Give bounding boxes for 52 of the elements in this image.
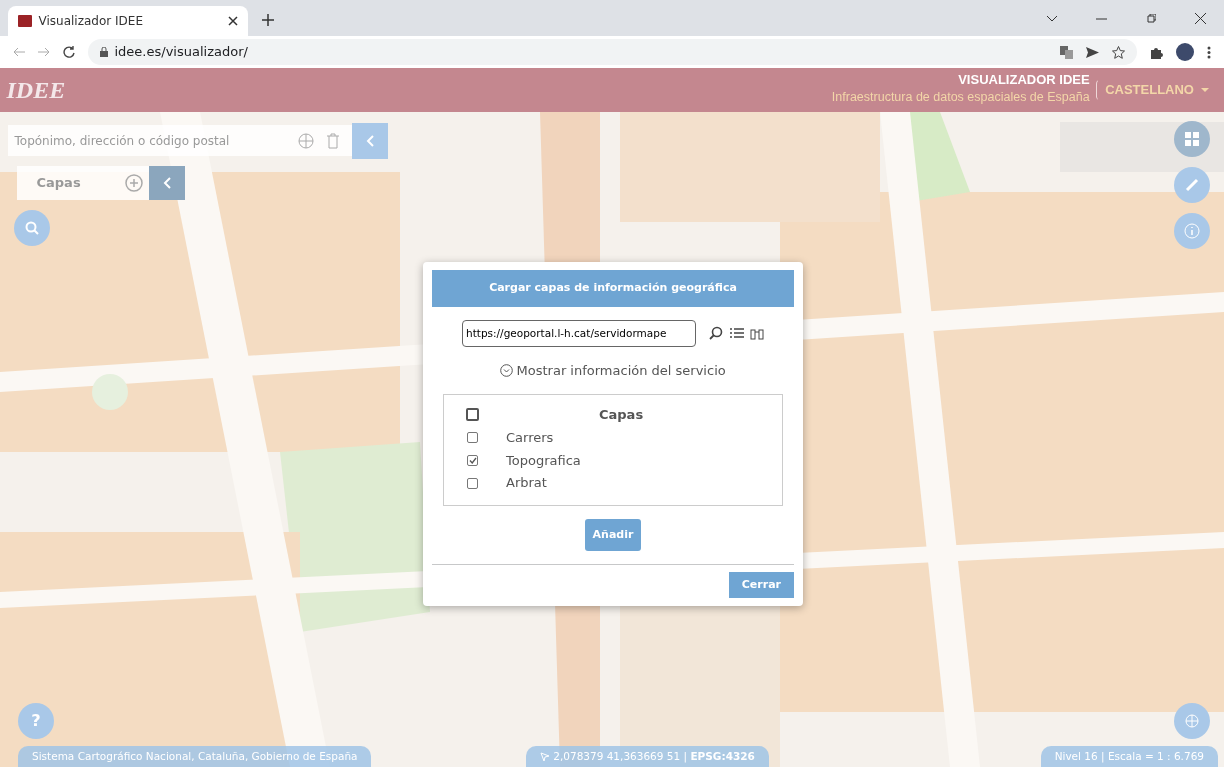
chevron-left-icon [366, 134, 374, 147]
minimize-icon[interactable] [1096, 17, 1107, 20]
layer-name: Topografica [506, 451, 581, 470]
attribution-text: Sistema Cartográfico Nacional, Cataluña, Gobierno de España [18, 746, 372, 767]
more-icon[interactable] [1207, 45, 1211, 59]
chevron-left-icon [163, 177, 171, 189]
checkbox[interactable] [467, 432, 478, 443]
search-icon[interactable] [709, 326, 723, 340]
coordinates-text: 2,078379 41,363669 51 | EPSG:4326 [553, 748, 755, 765]
dialog-title: Cargar capas de información geográfica [432, 270, 794, 307]
send-icon[interactable] [1086, 46, 1099, 58]
language-dropdown[interactable]: CASTELLANO [1096, 79, 1218, 101]
add-button[interactable]: Añadir [584, 518, 642, 552]
grid-icon [1185, 132, 1199, 146]
search-icon [25, 221, 39, 235]
caret-icon [1200, 88, 1209, 92]
info-icon [1184, 223, 1200, 239]
layers-label: Capas [36, 174, 82, 193]
logo: IDEE [6, 76, 66, 105]
site-title: VISUALIZADOR IDEE [957, 73, 1090, 88]
close-icon[interactable] [1195, 13, 1206, 24]
layer-name: Arbrat [506, 474, 547, 493]
dropdown-icon[interactable] [1047, 15, 1057, 22]
lock-icon [100, 47, 108, 57]
list-icon[interactable] [729, 327, 744, 339]
restore-icon[interactable] [1146, 13, 1156, 24]
binoculars-icon[interactable] [750, 326, 764, 340]
scale-text: Nivel 16 | Escala = 1 : 6.769 [1040, 746, 1218, 767]
translate-icon[interactable] [1060, 45, 1073, 59]
browser-tab[interactable]: Visualizador IDEE [8, 6, 248, 36]
service-info-link[interactable]: Mostrar información del servicio [499, 359, 727, 381]
checkbox[interactable] [467, 454, 478, 466]
puzzle-icon[interactable] [1150, 45, 1163, 59]
layer-name: Carrers [506, 428, 554, 447]
avatar-icon[interactable] [1176, 43, 1194, 61]
column-header: Capas [599, 406, 644, 424]
close-icon[interactable] [228, 16, 238, 26]
checkbox[interactable] [466, 408, 479, 422]
new-tab-icon[interactable] [262, 14, 274, 26]
checkbox[interactable] [467, 477, 478, 489]
reload-icon[interactable] [63, 46, 75, 58]
close-button[interactable]: Cerrar [728, 571, 794, 599]
favicon-icon [18, 15, 32, 27]
url-field[interactable]: idee.es/visualizador/ [88, 39, 1137, 65]
star-icon[interactable] [1112, 45, 1125, 59]
url-input[interactable]: https://geoportal.l-h.cat/servidormape [462, 319, 696, 347]
pencil-icon [1185, 178, 1199, 192]
chevron-circle-icon [500, 363, 514, 377]
globe-icon [1185, 714, 1199, 728]
site-subtitle: Infraestructura de datos espaciales de España [831, 88, 1090, 106]
cursor-icon [540, 751, 550, 762]
tab-title: Visualizador IDEE [38, 13, 144, 30]
